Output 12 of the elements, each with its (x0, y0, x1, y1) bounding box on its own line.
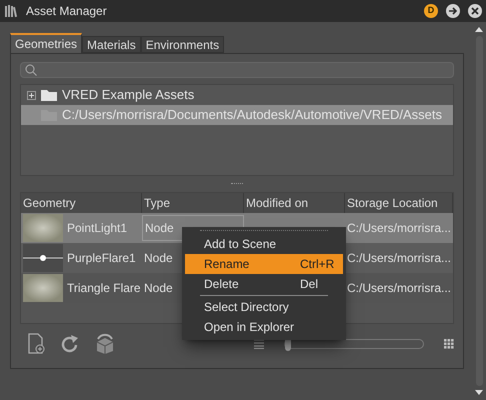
window-title: Asset Manager (26, 3, 108, 20)
table-cell-text: PointLight1 (67, 220, 128, 237)
table-cell: C:/Users/morrisra... (347, 281, 452, 295)
table-cell: C:/Users/morrisra... (347, 221, 452, 235)
tree-label: C:/Users/morrisra/Documents/Autodesk/Automotive/VRED/Assets (62, 106, 442, 124)
tree-label: VRED Example Assets (62, 86, 194, 104)
table-cell-text: Node (145, 220, 174, 237)
table-cell-text: Triangle Flare (67, 280, 141, 297)
table-cell-text: Node (143, 280, 174, 297)
table-cell-text: PurpleFlare1 (67, 250, 136, 267)
table-cell: C:/Users/morrisra... (347, 251, 452, 265)
table-cell-text: Node (143, 250, 174, 267)
